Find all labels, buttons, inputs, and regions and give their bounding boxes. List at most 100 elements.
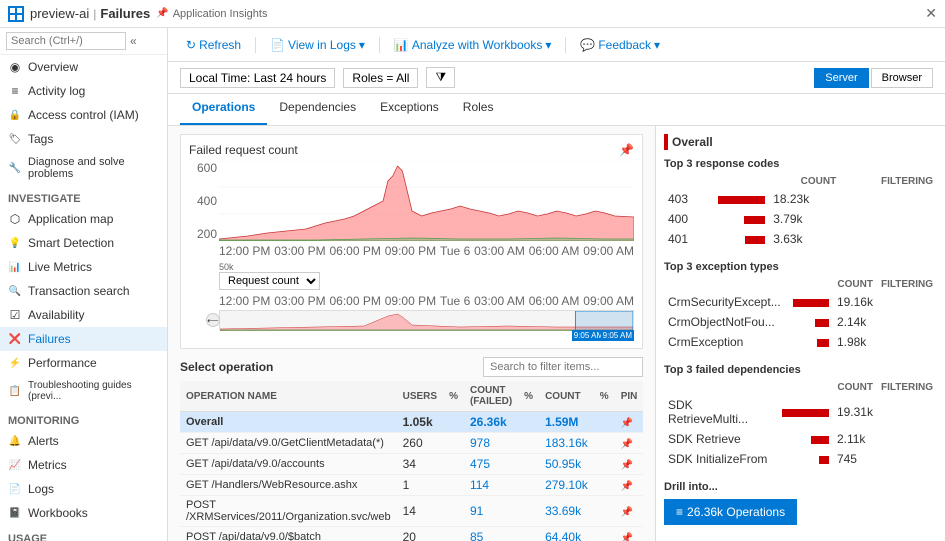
sidebar-item-overview[interactable]: ◉ Overview xyxy=(0,55,167,79)
roles-filter[interactable]: Roles = All xyxy=(343,68,418,88)
sidebar-item-transactionsearch[interactable]: 🔍 Transaction search xyxy=(0,279,167,303)
browser-button[interactable]: Browser xyxy=(871,68,933,88)
sidebar-item-iam[interactable]: 🔒 Access control (IAM) xyxy=(0,103,167,127)
exception-type-row: CrmSecurityExcept... 19.16k xyxy=(664,292,937,312)
rc-bar xyxy=(744,216,765,224)
op-pin[interactable]: 📌 xyxy=(615,496,644,527)
sidebar-item-label: Live Metrics xyxy=(28,260,92,274)
main-content: ↻ Refresh 📄 View in Logs ▾ 📊 Analyze wit… xyxy=(168,28,945,541)
et-count: 1.98k xyxy=(833,332,877,352)
tab-dependencies[interactable]: Dependencies xyxy=(267,94,368,125)
op-pin[interactable]: 📌 xyxy=(615,454,644,475)
op-users-pct xyxy=(443,412,464,433)
sidebar-item-availability[interactable]: ☑ Availability xyxy=(0,303,167,327)
pin-icon[interactable]: 📌 xyxy=(621,533,633,541)
sidebar-item-workbooks[interactable]: 📓 Workbooks xyxy=(0,501,167,525)
separator xyxy=(379,37,380,53)
tags-icon: 🏷 xyxy=(8,132,22,146)
sidebar-item-failures[interactable]: ❌ Failures xyxy=(0,327,167,351)
pin-chart-icon[interactable]: 📌 xyxy=(619,143,634,157)
count-header: COUNT xyxy=(833,277,877,292)
drill-operations-button[interactable]: ≡ 26.36k Operations xyxy=(664,499,797,525)
table-row[interactable]: POST /api/data/v9.0/$batch 20 85 64.40k … xyxy=(180,527,643,541)
table-row[interactable]: GET /api/data/v9.0/accounts 34 475 50.95… xyxy=(180,454,643,475)
sidebar-item-troubleshooting[interactable]: 📋 Troubleshooting guides (previ... xyxy=(0,375,167,407)
close-icon[interactable]: ✕ xyxy=(925,5,937,22)
sidebar-item-activitylog[interactable]: ≡ Activity log xyxy=(0,79,167,103)
tab-exceptions[interactable]: Exceptions xyxy=(368,94,451,125)
fd-name: SDK InitializeFrom xyxy=(664,449,773,469)
time-range-filter[interactable]: Local Time: Last 24 hours xyxy=(180,68,335,88)
server-button[interactable]: Server xyxy=(814,68,868,88)
table-row[interactable]: GET /Handlers/WebResource.ashx 1 114 279… xyxy=(180,475,643,496)
sidebar-item-label: Metrics xyxy=(28,458,67,472)
tab-roles[interactable]: Roles xyxy=(451,94,506,125)
exception-type-row: CrmException 1.98k xyxy=(664,332,937,352)
op-pin[interactable]: 📌 xyxy=(615,433,644,454)
sidebar-item-appmap[interactable]: ⬡ Application map xyxy=(0,207,167,231)
operations-table: OPERATION NAME USERS % COUNT (FAILED) % … xyxy=(180,381,643,541)
chevron-down-icon: ▾ xyxy=(545,38,551,52)
et-name: CrmException xyxy=(664,332,785,352)
analyze-button[interactable]: 📊 Analyze with Workbooks ▾ xyxy=(388,35,557,55)
chart-type-select[interactable]: Request count xyxy=(219,272,320,290)
op-users: 20 xyxy=(397,527,443,541)
op-users-pct xyxy=(443,454,464,475)
pin-icon[interactable]: 📌 xyxy=(621,439,633,450)
rc-bar xyxy=(745,236,765,244)
op-count: 183.16k xyxy=(539,433,594,454)
sidebar-item-label: Alerts xyxy=(28,434,59,448)
collapse-icon[interactable]: « xyxy=(130,34,137,48)
overall-title: Overall xyxy=(672,135,713,149)
table-row[interactable]: GET /api/data/v9.0/GetClientMetadata(*) … xyxy=(180,433,643,454)
tab-operations[interactable]: Operations xyxy=(180,94,267,125)
sidebar: « ◉ Overview ≡ Activity log 🔒 Access con… xyxy=(0,28,168,541)
op-pin[interactable]: 📌 xyxy=(615,527,644,541)
sidebar-item-logs[interactable]: 📄 Logs xyxy=(0,477,167,501)
sidebar-item-performance[interactable]: ⚡ Performance xyxy=(0,351,167,375)
overview-icon: ◉ xyxy=(8,60,22,74)
sidebar-item-label: Workbooks xyxy=(28,506,88,520)
op-failed-pct xyxy=(518,475,539,496)
minimap-nav[interactable]: ⟵ xyxy=(206,313,220,327)
sidebar-section-investigate: Investigate xyxy=(0,185,167,207)
logs-icon: 📄 xyxy=(8,482,22,496)
drill-title: Drill into... xyxy=(664,481,937,493)
filter-bar: Local Time: Last 24 hours Roles = All ⧩ … xyxy=(168,62,945,94)
sidebar-item-livemetrics[interactable]: 📊 Live Metrics xyxy=(0,255,167,279)
app-subtitle: Application Insights xyxy=(173,8,268,20)
funnel-filter[interactable]: ⧩ xyxy=(426,67,455,88)
fd-name: SDK RetrieveMulti... xyxy=(664,395,773,429)
overall-indicator xyxy=(664,134,668,150)
table-row[interactable]: Overall 1.05k 26.36k 1.59M 📌 xyxy=(180,412,643,433)
pin-icon[interactable]: 📌 xyxy=(621,460,633,471)
pin-icon[interactable]: 📌 xyxy=(621,418,633,429)
sidebar-item-label: Transaction search xyxy=(28,284,130,298)
feedback-button[interactable]: 💬 Feedback ▾ xyxy=(574,35,666,55)
sidebar-item-tags[interactable]: 🏷 Tags xyxy=(0,127,167,151)
sidebar-item-smartdetection[interactable]: 💡 Smart Detection xyxy=(0,231,167,255)
et-count: 2.14k xyxy=(833,312,877,332)
pin-icon[interactable]: 📌 xyxy=(156,8,168,19)
filter-input[interactable] xyxy=(483,357,643,377)
operations-header: Select operation xyxy=(180,357,643,377)
sidebar-item-label: Diagnose and solve problems xyxy=(28,156,159,180)
sidebar-item-metrics[interactable]: 📈 Metrics xyxy=(0,453,167,477)
workbooks-icon: 📓 xyxy=(8,506,22,520)
minimap-time-labels: 12:00 PM 03:00 PM 06:00 PM 09:00 PM Tue … xyxy=(219,294,634,310)
sidebar-item-alerts[interactable]: 🔔 Alerts xyxy=(0,429,167,453)
refresh-button[interactable]: ↻ Refresh xyxy=(180,35,247,55)
app-name: preview-ai xyxy=(30,6,89,21)
op-pin[interactable]: 📌 xyxy=(615,475,644,496)
fd-count: 2.11k xyxy=(833,429,877,449)
pin-icon[interactable]: 📌 xyxy=(621,481,633,492)
live-icon: 📊 xyxy=(8,260,22,274)
search-input[interactable] xyxy=(6,32,126,50)
op-pin[interactable]: 📌 xyxy=(615,412,644,433)
sidebar-item-diagnose[interactable]: 🔧 Diagnose and solve problems xyxy=(0,151,167,185)
pin-icon[interactable]: 📌 xyxy=(621,507,633,518)
view-in-logs-button[interactable]: 📄 View in Logs ▾ xyxy=(264,35,371,55)
et-bar xyxy=(815,319,829,327)
table-row[interactable]: POST /XRMServices/2011/Organization.svc/… xyxy=(180,496,643,527)
count-header: COUNT xyxy=(833,380,877,395)
